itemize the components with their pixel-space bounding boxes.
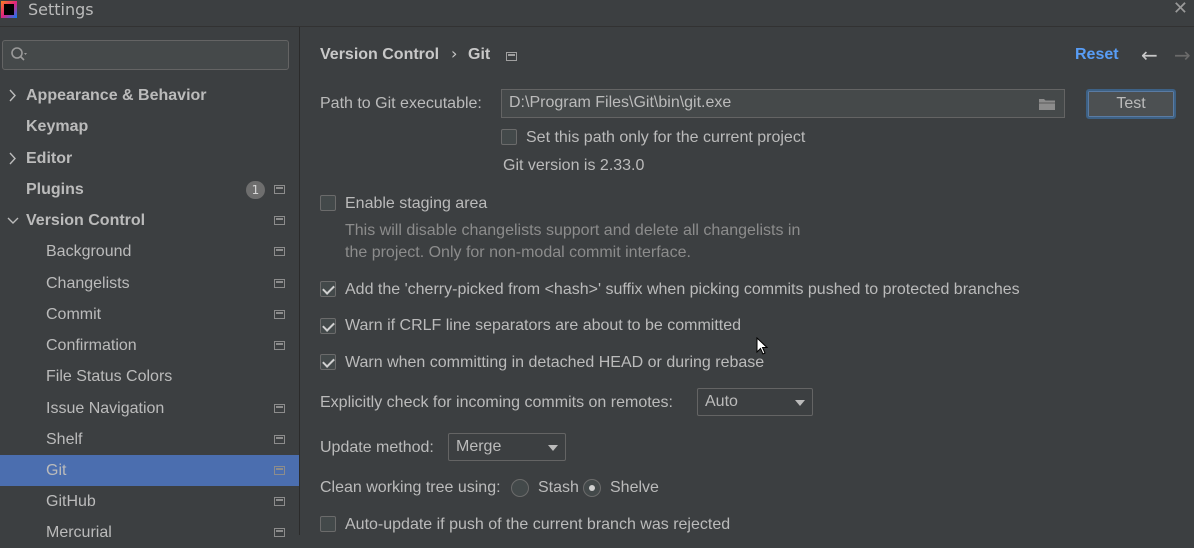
- detached-head-label: Warn when committing in detached HEAD or…: [345, 354, 765, 371]
- clean-tree-label: Clean working tree using:: [320, 479, 501, 496]
- project-settings-icon: [274, 435, 285, 444]
- project-settings-icon: [274, 341, 285, 350]
- crlf-warning-checkbox[interactable]: [320, 318, 336, 334]
- chevron-down-icon: [7, 217, 19, 224]
- sidebar-item-keymap[interactable]: Keymap: [0, 111, 299, 142]
- staging-hint-line-1: This will disable changelists support an…: [345, 222, 801, 239]
- git-path-value: D:\Program Files\Git\bin\git.exe: [509, 94, 732, 111]
- sidebar-item-changelists[interactable]: Changelists: [0, 268, 299, 299]
- project-settings-icon: [274, 466, 285, 475]
- auto-update-label: Auto-update if push of the current branc…: [345, 516, 731, 533]
- git-settings-panel: Version Control › Git Reset ← → Path to …: [300, 27, 1194, 535]
- sidebar-item-label: Mercurial: [46, 524, 112, 541]
- sidebar-item-label: Confirmation: [46, 337, 137, 354]
- chevron-down-icon: [548, 445, 558, 451]
- sidebar-item-label: Version Control: [26, 212, 146, 229]
- sidebar-item-label: Git: [46, 462, 67, 479]
- project-settings-icon: [274, 497, 285, 506]
- chevron-right-icon: [9, 89, 16, 102]
- project-settings-icon: [274, 528, 285, 537]
- chevron-right-icon: [9, 152, 16, 165]
- arrow-right-icon[interactable]: →: [1174, 43, 1191, 67]
- project-settings-icon: [274, 185, 285, 194]
- sidebar-item-editor[interactable]: Editor: [0, 143, 299, 174]
- search-icon: [11, 47, 27, 61]
- project-settings-icon: [274, 247, 285, 256]
- sidebar-item-label: Background: [46, 243, 132, 260]
- git-version-text: Git version is 2.33.0: [503, 157, 645, 174]
- chevron-down-icon: [795, 400, 805, 406]
- sidebar-item-commit[interactable]: Commit: [0, 299, 299, 330]
- window-title: Settings: [28, 0, 94, 19]
- staging-area-label: Enable staging area: [345, 195, 488, 212]
- sidebar-item-label: Changelists: [46, 275, 130, 292]
- sidebar-item-label: File Status Colors: [46, 368, 173, 385]
- project-settings-icon: [274, 216, 285, 225]
- sidebar-item-file-status-colors[interactable]: File Status Colors: [0, 361, 299, 392]
- sidebar-item-label: Issue Navigation: [46, 400, 165, 417]
- sidebar-item-git[interactable]: Git: [0, 455, 299, 486]
- breadcrumb-parent[interactable]: Version Control: [320, 46, 439, 64]
- sidebar-item-label: GitHub: [46, 493, 96, 510]
- test-button[interactable]: Test: [1086, 89, 1176, 119]
- sidebar-item-plugins[interactable]: Plugins 1: [0, 174, 299, 205]
- staging-hint-line-2: the project. Only for non-modal commit i…: [345, 244, 691, 261]
- cherry-pick-label: Add the 'cherry-picked from <hash>' suff…: [345, 281, 1020, 298]
- sidebar-item-mercurial[interactable]: Mercurial: [0, 517, 299, 548]
- project-settings-icon: [274, 404, 285, 413]
- sidebar-item-background[interactable]: Background: [0, 236, 299, 267]
- sidebar-item-label: Keymap: [26, 118, 89, 135]
- project-settings-icon: [274, 310, 285, 319]
- shelve-radio[interactable]: [583, 479, 601, 497]
- intellij-logo-icon: [1, 1, 17, 18]
- staging-area-checkbox[interactable]: [320, 195, 336, 211]
- auto-update-checkbox[interactable]: [320, 516, 336, 532]
- project-settings-icon: [506, 52, 517, 61]
- detached-head-checkbox[interactable]: [320, 354, 336, 370]
- update-method-label: Update method:: [320, 439, 434, 456]
- sidebar-item-github[interactable]: GitHub: [0, 486, 299, 517]
- cherry-pick-checkbox[interactable]: [320, 281, 336, 297]
- folder-icon[interactable]: [1038, 97, 1056, 111]
- sidebar-item-label: Shelf: [46, 431, 83, 448]
- sidebar-item-shelf[interactable]: Shelf: [0, 424, 299, 455]
- project-only-checkbox[interactable]: [501, 129, 517, 145]
- sidebar-item-issue-navigation[interactable]: Issue Navigation: [0, 393, 299, 424]
- incoming-commits-select[interactable]: Auto: [697, 388, 813, 416]
- arrow-left-icon[interactable]: ←: [1141, 43, 1158, 67]
- title-bar: Settings ✕: [0, 0, 1194, 27]
- git-path-input[interactable]: D:\Program Files\Git\bin\git.exe: [501, 89, 1065, 118]
- search-input[interactable]: [2, 40, 289, 70]
- incoming-commits-label: Explicitly check for incoming commits on…: [320, 394, 673, 411]
- reset-button[interactable]: Reset: [1075, 46, 1119, 64]
- breadcrumb-current: Git: [468, 46, 491, 63]
- settings-sidebar: Appearance & Behavior Keymap Editor Plug…: [0, 27, 300, 541]
- path-label: Path to Git executable:: [320, 95, 482, 112]
- sidebar-item-appearance-behavior[interactable]: Appearance & Behavior: [0, 80, 299, 111]
- sidebar-item-confirmation[interactable]: Confirmation: [0, 330, 299, 361]
- project-settings-icon: [274, 279, 285, 288]
- sidebar-item-label: Commit: [46, 306, 102, 323]
- sidebar-item-label: Appearance & Behavior: [26, 87, 207, 104]
- update-count-badge: 1: [246, 181, 265, 199]
- shelve-label: Shelve: [610, 479, 659, 496]
- close-icon[interactable]: ✕: [1173, 0, 1188, 19]
- incoming-commits-value: Auto: [705, 393, 738, 410]
- stash-radio[interactable]: [511, 479, 529, 497]
- sidebar-item-label: Editor: [26, 150, 73, 167]
- mouse-cursor-icon: [756, 337, 768, 355]
- update-method-select[interactable]: Merge: [448, 433, 566, 461]
- project-only-label: Set this path only for the current proje…: [526, 129, 806, 146]
- stash-label: Stash: [538, 479, 579, 496]
- sidebar-item-version-control[interactable]: Version Control: [0, 205, 299, 236]
- sidebar-item-label: Plugins: [26, 181, 84, 198]
- update-method-value: Merge: [456, 438, 502, 455]
- breadcrumb-separator: ›: [451, 44, 458, 63]
- crlf-warning-label: Warn if CRLF line separators are about t…: [345, 317, 742, 334]
